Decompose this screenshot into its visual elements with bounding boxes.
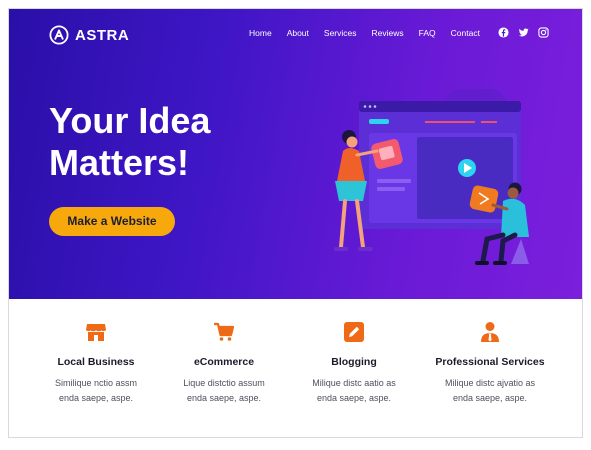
feature-title: eCommerce: [193, 356, 255, 368]
feature-desc-line-1: Lique distctio assum: [183, 378, 265, 388]
nav-services[interactable]: Services: [324, 28, 357, 38]
cart-icon: [214, 322, 235, 341]
twitter-icon[interactable]: [518, 27, 529, 38]
store-icon: [86, 324, 106, 341]
nav-about[interactable]: About: [287, 28, 309, 38]
astra-logo-icon: [49, 25, 69, 45]
nav-faq[interactable]: FAQ: [419, 28, 436, 38]
brand-name: ASTRA: [75, 26, 130, 44]
page-frame: ASTRA Home About Services Reviews FAQ Co…: [8, 8, 583, 438]
professional-icon: [481, 322, 499, 342]
make-website-button[interactable]: Make a Website: [49, 207, 175, 236]
feature-desc-line-1: Similique nctio assm: [54, 378, 138, 388]
feature-desc-line-2: enda saepe, aspe.: [58, 393, 134, 403]
feature-desc: Milique distc ajvatio as enda saepe, asp…: [426, 376, 554, 406]
feature-title: Professional Services: [435, 356, 545, 368]
headline-line-1: Your Idea: [49, 100, 211, 141]
social-links: [498, 27, 549, 38]
feature-desc-line-1: Milique distc aatio as: [312, 378, 396, 388]
nav-reviews[interactable]: Reviews: [372, 28, 404, 38]
nav-contact[interactable]: Contact: [451, 28, 480, 38]
feature-desc: Lique distctio assum enda saepe, aspe.: [160, 376, 288, 406]
nav-home[interactable]: Home: [249, 28, 272, 38]
feature-professional-services: Professional Services Milique distc ajva…: [426, 321, 554, 406]
hero-illustration: [334, 89, 529, 265]
feature-desc-line-2: enda saepe, aspe.: [452, 393, 528, 403]
feature-local-business: Local Business Similique nctio assm enda…: [32, 321, 160, 406]
feature-blogging: Blogging Milique distc aatio as enda sae…: [290, 321, 418, 406]
main-nav: Home About Services Reviews FAQ Contact: [249, 28, 480, 38]
feature-desc: Milique distc aatio as enda saepe, aspe.: [290, 376, 418, 406]
feature-title: Blogging: [331, 356, 377, 368]
hero-section: ASTRA Home About Services Reviews FAQ Co…: [9, 9, 582, 299]
feature-ecommerce: eCommerce Lique distctio assum enda saep…: [160, 321, 288, 406]
feature-desc-line-2: enda saepe, aspe.: [316, 393, 392, 403]
headline-line-2: Matters!: [49, 142, 190, 183]
hero-headline: Your Idea Matters!: [49, 100, 210, 184]
feature-desc: Similique nctio assm enda saepe, aspe.: [32, 376, 160, 406]
feature-title: Local Business: [57, 356, 135, 368]
feature-desc-line-1: Milique distc ajvatio as: [444, 378, 536, 388]
edit-icon: [344, 322, 364, 342]
feature-desc-line-2: enda saepe, aspe.: [186, 393, 262, 403]
features-section: Local Business Similique nctio assm enda…: [9, 299, 582, 437]
instagram-icon[interactable]: [538, 27, 549, 38]
brand-logo[interactable]: ASTRA: [49, 25, 129, 45]
facebook-icon[interactable]: [498, 27, 509, 38]
